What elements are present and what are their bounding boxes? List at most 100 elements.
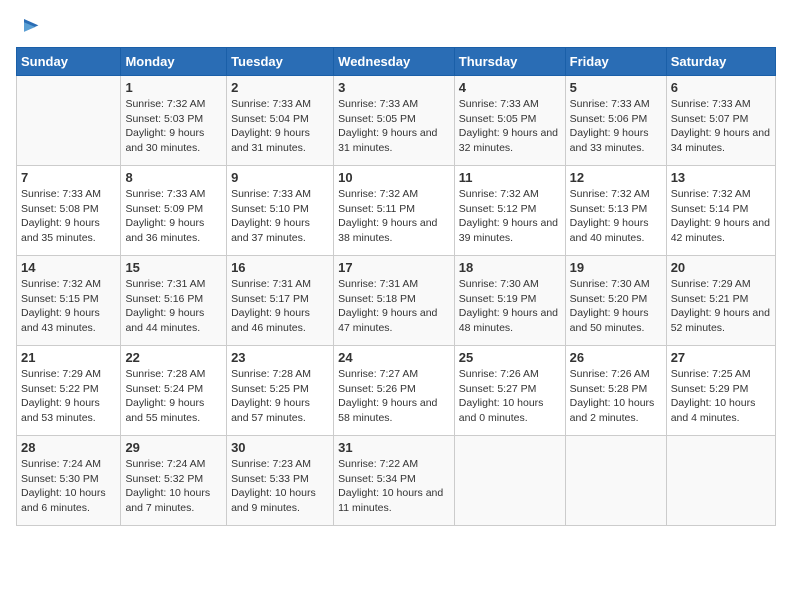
calendar-cell: 20 Sunrise: 7:29 AMSunset: 5:21 PMDayligh… (666, 256, 775, 346)
day-number: 26 (570, 350, 662, 365)
day-info: Sunrise: 7:25 AMSunset: 5:29 PMDaylight:… (671, 367, 771, 426)
day-info: Sunrise: 7:31 AMSunset: 5:18 PMDaylight:… (338, 277, 450, 336)
day-info: Sunrise: 7:33 AMSunset: 5:10 PMDaylight:… (231, 187, 329, 246)
day-info: Sunrise: 7:30 AMSunset: 5:20 PMDaylight:… (570, 277, 662, 336)
calendar-cell: 7Sunrise: 7:33 AMSunset: 5:08 PMDaylight… (17, 166, 121, 256)
day-info: Sunrise: 7:27 AMSunset: 5:26 PMDaylight:… (338, 367, 450, 426)
day-info: Sunrise: 7:32 AMSunset: 5:15 PMDaylight:… (21, 277, 116, 336)
week-row-1: 1 Sunrise: 7:32 AMSunset: 5:03 PMDaylight… (17, 76, 776, 166)
calendar-cell: 13 Sunrise: 7:32 AMSunset: 5:14 PMDayligh… (666, 166, 775, 256)
day-info: Sunrise: 7:22 AMSunset: 5:34 PMDaylight:… (338, 457, 450, 516)
day-number: 22 (125, 350, 222, 365)
weekday-header-thursday: Thursday (454, 48, 565, 76)
day-number: 29 (125, 440, 222, 455)
day-info: Sunrise: 7:33 AMSunset: 5:05 PMDaylight:… (338, 97, 450, 156)
weekday-header-row: SundayMondayTuesdayWednesdayThursdayFrid… (17, 48, 776, 76)
week-row-4: 21 Sunrise: 7:29 AMSunset: 5:22 PMDayligh… (17, 346, 776, 436)
weekday-header-sunday: Sunday (17, 48, 121, 76)
day-info: Sunrise: 7:29 AMSunset: 5:22 PMDaylight:… (21, 367, 116, 426)
day-info: Sunrise: 7:26 AMSunset: 5:27 PMDaylight:… (459, 367, 561, 426)
calendar-cell: 26 Sunrise: 7:26 AMSunset: 5:28 PMDayligh… (565, 346, 666, 436)
calendar-cell: 4 Sunrise: 7:33 AMSunset: 5:05 PMDaylight… (454, 76, 565, 166)
weekday-header-tuesday: Tuesday (227, 48, 334, 76)
day-info: Sunrise: 7:32 AMSunset: 5:12 PMDaylight:… (459, 187, 561, 246)
calendar-cell: 15 Sunrise: 7:31 AMSunset: 5:16 PMDayligh… (121, 256, 227, 346)
calendar-cell (666, 436, 775, 526)
calendar-cell: 25 Sunrise: 7:26 AMSunset: 5:27 PMDayligh… (454, 346, 565, 436)
calendar-cell: 19 Sunrise: 7:30 AMSunset: 5:20 PMDayligh… (565, 256, 666, 346)
day-number: 18 (459, 260, 561, 275)
day-number: 17 (338, 260, 450, 275)
calendar-cell (454, 436, 565, 526)
day-info: Sunrise: 7:33 AMSunset: 5:06 PMDaylight:… (570, 97, 662, 156)
day-number: 2 (231, 80, 329, 95)
day-number: 20 (671, 260, 771, 275)
day-number: 4 (459, 80, 561, 95)
weekday-header-friday: Friday (565, 48, 666, 76)
day-number: 21 (21, 350, 116, 365)
day-info: Sunrise: 7:23 AMSunset: 5:33 PMDaylight:… (231, 457, 329, 516)
day-info: Sunrise: 7:31 AMSunset: 5:16 PMDaylight:… (125, 277, 222, 336)
calendar-cell: 27 Sunrise: 7:25 AMSunset: 5:29 PMDayligh… (666, 346, 775, 436)
weekday-header-saturday: Saturday (666, 48, 775, 76)
calendar-cell: 10 Sunrise: 7:32 AMSunset: 5:11 PMDayligh… (334, 166, 455, 256)
calendar-cell: 9Sunrise: 7:33 AMSunset: 5:10 PMDaylight… (227, 166, 334, 256)
day-number: 6 (671, 80, 771, 95)
calendar-cell: 16Sunrise: 7:31 AMSunset: 5:17 PMDayligh… (227, 256, 334, 346)
calendar-cell (17, 76, 121, 166)
day-info: Sunrise: 7:32 AMSunset: 5:13 PMDaylight:… (570, 187, 662, 246)
day-info: Sunrise: 7:29 AMSunset: 5:21 PMDaylight:… (671, 277, 771, 336)
day-number: 5 (570, 80, 662, 95)
day-number: 13 (671, 170, 771, 185)
calendar-cell: 18 Sunrise: 7:30 AMSunset: 5:19 PMDayligh… (454, 256, 565, 346)
calendar-cell: 23 Sunrise: 7:28 AMSunset: 5:25 PMDayligh… (227, 346, 334, 436)
calendar-cell: 5 Sunrise: 7:33 AMSunset: 5:06 PMDaylight… (565, 76, 666, 166)
day-number: 3 (338, 80, 450, 95)
weekday-header-monday: Monday (121, 48, 227, 76)
calendar-cell: 14 Sunrise: 7:32 AMSunset: 5:15 PMDayligh… (17, 256, 121, 346)
day-number: 23 (231, 350, 329, 365)
day-info: Sunrise: 7:33 AMSunset: 5:09 PMDaylight:… (125, 187, 222, 246)
day-info: Sunrise: 7:33 AMSunset: 5:07 PMDaylight:… (671, 97, 771, 156)
day-number: 19 (570, 260, 662, 275)
day-number: 24 (338, 350, 450, 365)
calendar-cell: 11Sunrise: 7:32 AMSunset: 5:12 PMDayligh… (454, 166, 565, 256)
day-number: 10 (338, 170, 450, 185)
week-row-5: 28Sunrise: 7:24 AMSunset: 5:30 PMDayligh… (17, 436, 776, 526)
day-info: Sunrise: 7:30 AMSunset: 5:19 PMDaylight:… (459, 277, 561, 336)
calendar-cell: 12Sunrise: 7:32 AMSunset: 5:13 PMDayligh… (565, 166, 666, 256)
day-number: 15 (125, 260, 222, 275)
calendar-cell: 6 Sunrise: 7:33 AMSunset: 5:07 PMDaylight… (666, 76, 775, 166)
logo (16, 16, 44, 37)
day-number: 25 (459, 350, 561, 365)
day-info: Sunrise: 7:32 AMSunset: 5:11 PMDaylight:… (338, 187, 450, 246)
calendar-cell: 1 Sunrise: 7:32 AMSunset: 5:03 PMDaylight… (121, 76, 227, 166)
day-number: 30 (231, 440, 329, 455)
day-number: 27 (671, 350, 771, 365)
calendar-cell: 22Sunrise: 7:28 AMSunset: 5:24 PMDayligh… (121, 346, 227, 436)
day-number: 31 (338, 440, 450, 455)
day-number: 8 (125, 170, 222, 185)
calendar-cell: 29 Sunrise: 7:24 AMSunset: 5:32 PMDayligh… (121, 436, 227, 526)
day-number: 1 (125, 80, 222, 95)
calendar-cell: 21 Sunrise: 7:29 AMSunset: 5:22 PMDayligh… (17, 346, 121, 436)
day-info: Sunrise: 7:24 AMSunset: 5:32 PMDaylight:… (125, 457, 222, 516)
day-info: Sunrise: 7:31 AMSunset: 5:17 PMDaylight:… (231, 277, 329, 336)
calendar-table: SundayMondayTuesdayWednesdayThursdayFrid… (16, 47, 776, 526)
calendar-cell (565, 436, 666, 526)
day-number: 7 (21, 170, 116, 185)
day-info: Sunrise: 7:28 AMSunset: 5:25 PMDaylight:… (231, 367, 329, 426)
calendar-cell: 3 Sunrise: 7:33 AMSunset: 5:05 PMDaylight… (334, 76, 455, 166)
calendar-cell: 30 Sunrise: 7:23 AMSunset: 5:33 PMDayligh… (227, 436, 334, 526)
week-row-2: 7Sunrise: 7:33 AMSunset: 5:08 PMDaylight… (17, 166, 776, 256)
day-number: 14 (21, 260, 116, 275)
day-info: Sunrise: 7:32 AMSunset: 5:14 PMDaylight:… (671, 187, 771, 246)
calendar-cell: 2Sunrise: 7:33 AMSunset: 5:04 PMDaylight… (227, 76, 334, 166)
day-info: Sunrise: 7:26 AMSunset: 5:28 PMDaylight:… (570, 367, 662, 426)
day-info: Sunrise: 7:24 AMSunset: 5:30 PMDaylight:… (21, 457, 116, 516)
calendar-cell: 8 Sunrise: 7:33 AMSunset: 5:09 PMDaylight… (121, 166, 227, 256)
header (16, 16, 776, 37)
calendar-cell: 17 Sunrise: 7:31 AMSunset: 5:18 PMDayligh… (334, 256, 455, 346)
day-info: Sunrise: 7:33 AMSunset: 5:05 PMDaylight:… (459, 97, 561, 156)
day-info: Sunrise: 7:32 AMSunset: 5:03 PMDaylight:… (125, 97, 222, 156)
